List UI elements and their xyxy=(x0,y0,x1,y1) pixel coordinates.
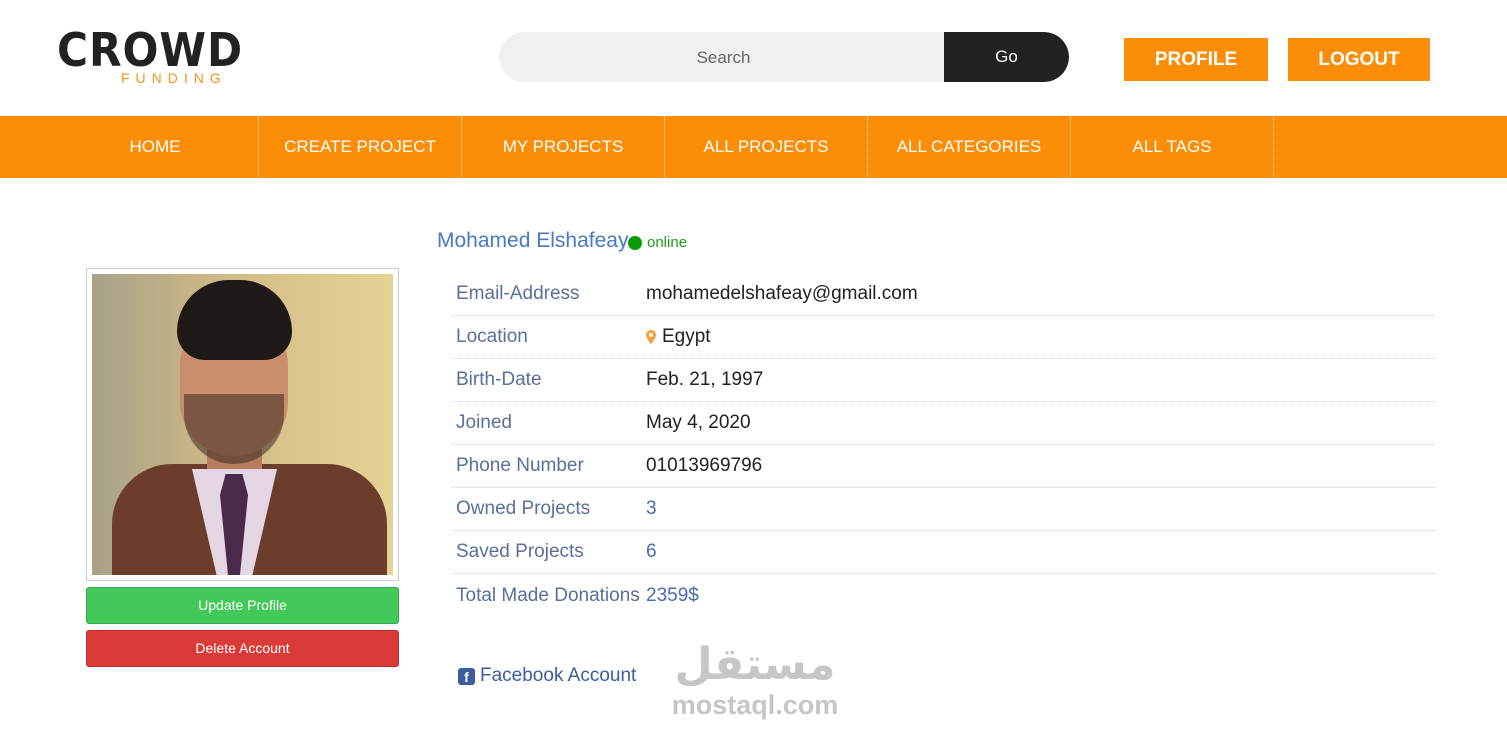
facebook-link-text: Facebook Account xyxy=(480,665,637,686)
nav-item-all-categories[interactable]: ALL CATEGORIES xyxy=(868,116,1071,178)
status-text: online xyxy=(647,234,688,251)
update-profile-button[interactable]: Update Profile xyxy=(86,587,399,624)
online-dot-icon xyxy=(628,235,642,250)
go-button[interactable]: Go xyxy=(944,32,1069,82)
info-label: Joined xyxy=(456,412,512,433)
info-value-location: Egypt xyxy=(646,326,711,348)
nav-item-all-projects[interactable]: ALL PROJECTS xyxy=(665,116,868,178)
info-row-joined: Joined May 4, 2020 xyxy=(452,402,1435,445)
search-input[interactable] xyxy=(499,32,948,82)
location-text: Egypt xyxy=(662,326,711,347)
info-value: mohamedelshafeay@gmail.com xyxy=(646,283,918,304)
user-name: Mohamed Elshafeay xyxy=(437,229,629,252)
info-label: Phone Number xyxy=(456,455,584,476)
watermark-arabic: مستقل xyxy=(674,639,836,690)
watermark: مستقل mostaql.com xyxy=(660,639,850,721)
logo[interactable]: CROWD FUNDING xyxy=(57,23,259,86)
facebook-account-link[interactable]: f Facebook Account xyxy=(458,665,636,687)
info-label: Email-Address xyxy=(456,283,580,304)
info-row-owned-projects: Owned Projects 3 xyxy=(452,488,1435,531)
facebook-icon: f xyxy=(458,667,475,685)
info-row-donations: Total Made Donations 2359$ xyxy=(452,574,1435,617)
info-label: Saved Projects xyxy=(456,541,584,562)
info-label: Owned Projects xyxy=(456,498,591,519)
info-row-location: Location Egypt xyxy=(452,316,1435,359)
map-marker-icon xyxy=(646,330,656,344)
profile-photo-frame xyxy=(86,268,399,581)
info-value: May 4, 2020 xyxy=(646,412,751,433)
owned-projects-link[interactable]: 3 xyxy=(646,498,657,520)
info-row-birth-date: Birth-Date Feb. 21, 1997 xyxy=(452,359,1435,402)
profile-photo xyxy=(92,274,393,575)
saved-projects-link[interactable]: 6 xyxy=(646,541,657,563)
info-row-phone: Phone Number 01013969796 xyxy=(452,445,1435,488)
info-label: Birth-Date xyxy=(456,369,542,390)
nav-item-all-tags[interactable]: ALL TAGS xyxy=(1071,116,1274,178)
donations-link[interactable]: 2359$ xyxy=(646,585,699,607)
logout-button[interactable]: LOGOUT xyxy=(1288,38,1430,81)
nav-item-my-projects[interactable]: MY PROJECTS xyxy=(462,116,665,178)
delete-account-button[interactable]: Delete Account xyxy=(86,630,399,667)
info-value: 01013969796 xyxy=(646,455,763,476)
nav-item-create-project[interactable]: CREATE PROJECT xyxy=(259,116,462,178)
info-value: Feb. 21, 1997 xyxy=(646,369,764,390)
watermark-latin: mostaql.com xyxy=(671,690,839,720)
logo-subtext: FUNDING xyxy=(121,70,227,86)
profile-button[interactable]: PROFILE xyxy=(1124,38,1268,81)
nav-item-home[interactable]: HOME xyxy=(0,116,259,178)
info-label: Location xyxy=(456,326,528,347)
status-indicator: online xyxy=(628,234,687,251)
info-row-email: Email-Address mohamedelshafeay@gmail.com xyxy=(452,273,1435,316)
info-row-saved-projects: Saved Projects 6 xyxy=(452,531,1435,574)
main-nav: HOME CREATE PROJECT MY PROJECTS ALL PROJ… xyxy=(0,116,1507,178)
profile-info-table: Email-Address mohamedelshafeay@gmail.com… xyxy=(452,273,1435,617)
search-bar: Go xyxy=(499,32,1069,82)
logo-text: CROWD xyxy=(57,23,244,77)
info-label: Total Made Donations xyxy=(456,584,640,606)
